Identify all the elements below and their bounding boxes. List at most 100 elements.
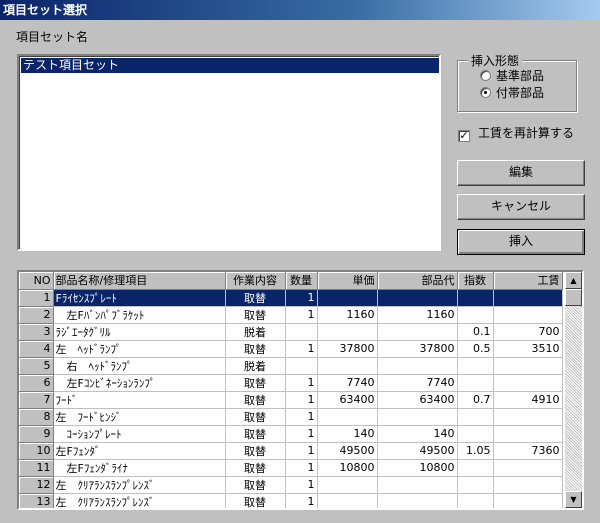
table-row[interactable]: 2 左Fﾊﾞﾝﾊﾟﾌﾞﾗｹｯﾄ 取替 1 1160 1160 <box>19 306 563 324</box>
cell-work[interactable]: 取替 <box>225 408 286 426</box>
cell-work[interactable]: 取替 <box>225 374 286 392</box>
cell-row-no[interactable]: 5 <box>19 357 54 375</box>
table-row[interactable]: 9 ｺｰｼｮﾝﾌﾟﾚｰﾄ 取替 1 140 140 <box>19 425 563 443</box>
cell-part-name[interactable]: Fﾗｲｾﾝｽﾌﾟﾚｰﾄ <box>53 289 226 307</box>
header-no[interactable]: NO <box>19 272 54 290</box>
cell-row-no[interactable]: 12 <box>19 476 54 494</box>
header-part-name[interactable]: 部品名称/修理項目 <box>53 272 226 290</box>
cell-parts-cost[interactable]: 1160 <box>377 306 458 324</box>
list-item[interactable]: テスト項目セット <box>20 57 440 74</box>
cell-labor[interactable] <box>493 493 563 508</box>
cell-unit-price[interactable] <box>317 493 378 508</box>
scroll-down-icon[interactable]: ▼ <box>565 491 582 508</box>
cell-unit-price[interactable] <box>317 357 378 375</box>
cell-qty[interactable]: 1 <box>285 493 318 508</box>
cell-part-name[interactable]: ｺｰｼｮﾝﾌﾟﾚｰﾄ <box>53 425 226 443</box>
cell-unit-price[interactable] <box>317 323 378 341</box>
cell-index[interactable] <box>457 306 494 324</box>
header-labor[interactable]: 工賃 <box>493 272 563 290</box>
radio-standard-part[interactable]: 基準部品 <box>480 69 544 84</box>
cell-row-no[interactable]: 10 <box>19 442 54 460</box>
header-work[interactable]: 作業内容 <box>225 272 286 290</box>
cell-unit-price[interactable]: 140 <box>317 425 378 443</box>
cell-unit-price[interactable]: 37800 <box>317 340 378 358</box>
cell-index[interactable] <box>457 425 494 443</box>
cell-unit-price[interactable] <box>317 289 378 307</box>
cell-parts-cost[interactable]: 63400 <box>377 391 458 409</box>
cell-part-name[interactable]: 左Fﾌｪﾝﾀﾞﾗｲﾅ <box>53 459 226 477</box>
cell-unit-price[interactable]: 7740 <box>317 374 378 392</box>
cell-part-name[interactable]: 左Fﾊﾞﾝﾊﾟﾌﾞﾗｹｯﾄ <box>53 306 226 324</box>
cell-labor[interactable] <box>493 476 563 494</box>
cell-work[interactable]: 取替 <box>225 340 286 358</box>
cell-qty[interactable]: 1 <box>285 289 318 307</box>
cell-labor[interactable] <box>493 425 563 443</box>
cell-index[interactable] <box>457 459 494 477</box>
radio-button-selected-icon[interactable] <box>480 87 491 98</box>
cell-labor[interactable]: 4910 <box>493 391 563 409</box>
cell-parts-cost[interactable] <box>377 289 458 307</box>
cell-index[interactable]: 1.05 <box>457 442 494 460</box>
cell-part-name[interactable]: ﾌｰﾄﾞ <box>53 391 226 409</box>
cell-labor[interactable] <box>493 459 563 477</box>
cell-work[interactable]: 取替 <box>225 425 286 443</box>
cell-parts-cost[interactable] <box>377 493 458 508</box>
cancel-button[interactable]: キャンセル <box>457 194 585 220</box>
cell-labor[interactable] <box>493 408 563 426</box>
cell-row-no[interactable]: 4 <box>19 340 54 358</box>
cell-parts-cost[interactable] <box>377 323 458 341</box>
cell-row-no[interactable]: 8 <box>19 408 54 426</box>
cell-qty[interactable]: 1 <box>285 374 318 392</box>
cell-parts-cost[interactable]: 7740 <box>377 374 458 392</box>
header-unit-price[interactable]: 単価 <box>317 272 378 290</box>
cell-row-no[interactable]: 7 <box>19 391 54 409</box>
item-set-listbox[interactable]: テスト項目セット <box>17 54 441 251</box>
table-row[interactable]: 1 Fﾗｲｾﾝｽﾌﾟﾚｰﾄ 取替 1 <box>19 289 563 307</box>
table-row[interactable]: 8左 ﾌｰﾄﾞﾋﾝｼﾞ 取替 1 <box>19 408 563 426</box>
cell-labor[interactable] <box>493 306 563 324</box>
cell-row-no[interactable]: 9 <box>19 425 54 443</box>
cell-work[interactable]: 取替 <box>225 459 286 477</box>
cell-row-no[interactable]: 1 <box>19 289 54 307</box>
cell-index[interactable]: 0.1 <box>457 323 494 341</box>
cell-index[interactable] <box>457 476 494 494</box>
cell-unit-price[interactable]: 49500 <box>317 442 378 460</box>
header-qty[interactable]: 数量 <box>285 272 318 290</box>
parts-grid[interactable]: NO 部品名称/修理項目 作業内容 数量 単価 部品代 指数 工賃 1 Fﾗｲｾﾝ… <box>17 270 584 510</box>
cell-index[interactable] <box>457 374 494 392</box>
cell-labor[interactable]: 700 <box>493 323 563 341</box>
cell-parts-cost[interactable]: 140 <box>377 425 458 443</box>
table-row[interactable]: 7 ﾌｰﾄﾞ 取替 1 63400 63400 0.7 4910 <box>19 391 563 409</box>
cell-part-name[interactable]: 左Fｺﾝﾋﾞﾈｰｼｮﾝﾗﾝﾌﾟ <box>53 374 226 392</box>
table-row[interactable]: 3 ﾗｼﾞｴｰﾀｸﾞﾘﾙ 脱着 0.1 700 <box>19 323 563 341</box>
table-row[interactable]: 10 左Fﾌｪﾝﾀﾞ 取替 1 49500 49500 1.05 7360 <box>19 442 563 460</box>
cell-work[interactable]: 脱着 <box>225 323 286 341</box>
cell-part-name[interactable]: 左Fﾌｪﾝﾀﾞ <box>53 442 226 460</box>
cell-parts-cost[interactable] <box>377 408 458 426</box>
cell-qty[interactable]: 1 <box>285 306 318 324</box>
recalc-labor-checkbox[interactable]: ✓ 工賃を再計算する <box>458 126 574 142</box>
cell-part-name[interactable]: ﾗｼﾞｴｰﾀｸﾞﾘﾙ <box>53 323 226 341</box>
table-row[interactable]: 6 左Fｺﾝﾋﾞﾈｰｼｮﾝﾗﾝﾌﾟ 取替 1 7740 7740 <box>19 374 563 392</box>
cell-qty[interactable]: 1 <box>285 425 318 443</box>
cell-part-name[interactable]: 左 ﾍｯﾄﾞﾗﾝﾌﾟ <box>53 340 226 358</box>
cell-row-no[interactable]: 3 <box>19 323 54 341</box>
cell-qty[interactable]: 1 <box>285 442 318 460</box>
table-row[interactable]: 11 左Fﾌｪﾝﾀﾞﾗｲﾅ 取替 1 10800 10800 <box>19 459 563 477</box>
cell-labor[interactable] <box>493 374 563 392</box>
cell-unit-price[interactable]: 1160 <box>317 306 378 324</box>
cell-parts-cost[interactable] <box>377 476 458 494</box>
cell-row-no[interactable]: 13 <box>19 493 54 508</box>
cell-qty[interactable]: 1 <box>285 408 318 426</box>
cell-qty[interactable]: 1 <box>285 459 318 477</box>
cell-index[interactable] <box>457 289 494 307</box>
cell-unit-price[interactable]: 10800 <box>317 459 378 477</box>
table-row[interactable]: 13 左 ｸﾘｱﾗﾝｽﾗﾝﾌﾟﾚﾝｽﾞ 取替 1 <box>19 493 563 508</box>
cell-row-no[interactable]: 11 <box>19 459 54 477</box>
cell-unit-price[interactable] <box>317 408 378 426</box>
cell-part-name[interactable]: 左 ﾌｰﾄﾞﾋﾝｼﾞ <box>53 408 226 426</box>
cell-parts-cost[interactable]: 10800 <box>377 459 458 477</box>
table-row[interactable]: 5 右 ﾍｯﾄﾞﾗﾝﾌﾟ 脱着 <box>19 357 563 375</box>
cell-index[interactable] <box>457 357 494 375</box>
radio-accessory-part[interactable]: 付帯部品 <box>480 86 544 101</box>
